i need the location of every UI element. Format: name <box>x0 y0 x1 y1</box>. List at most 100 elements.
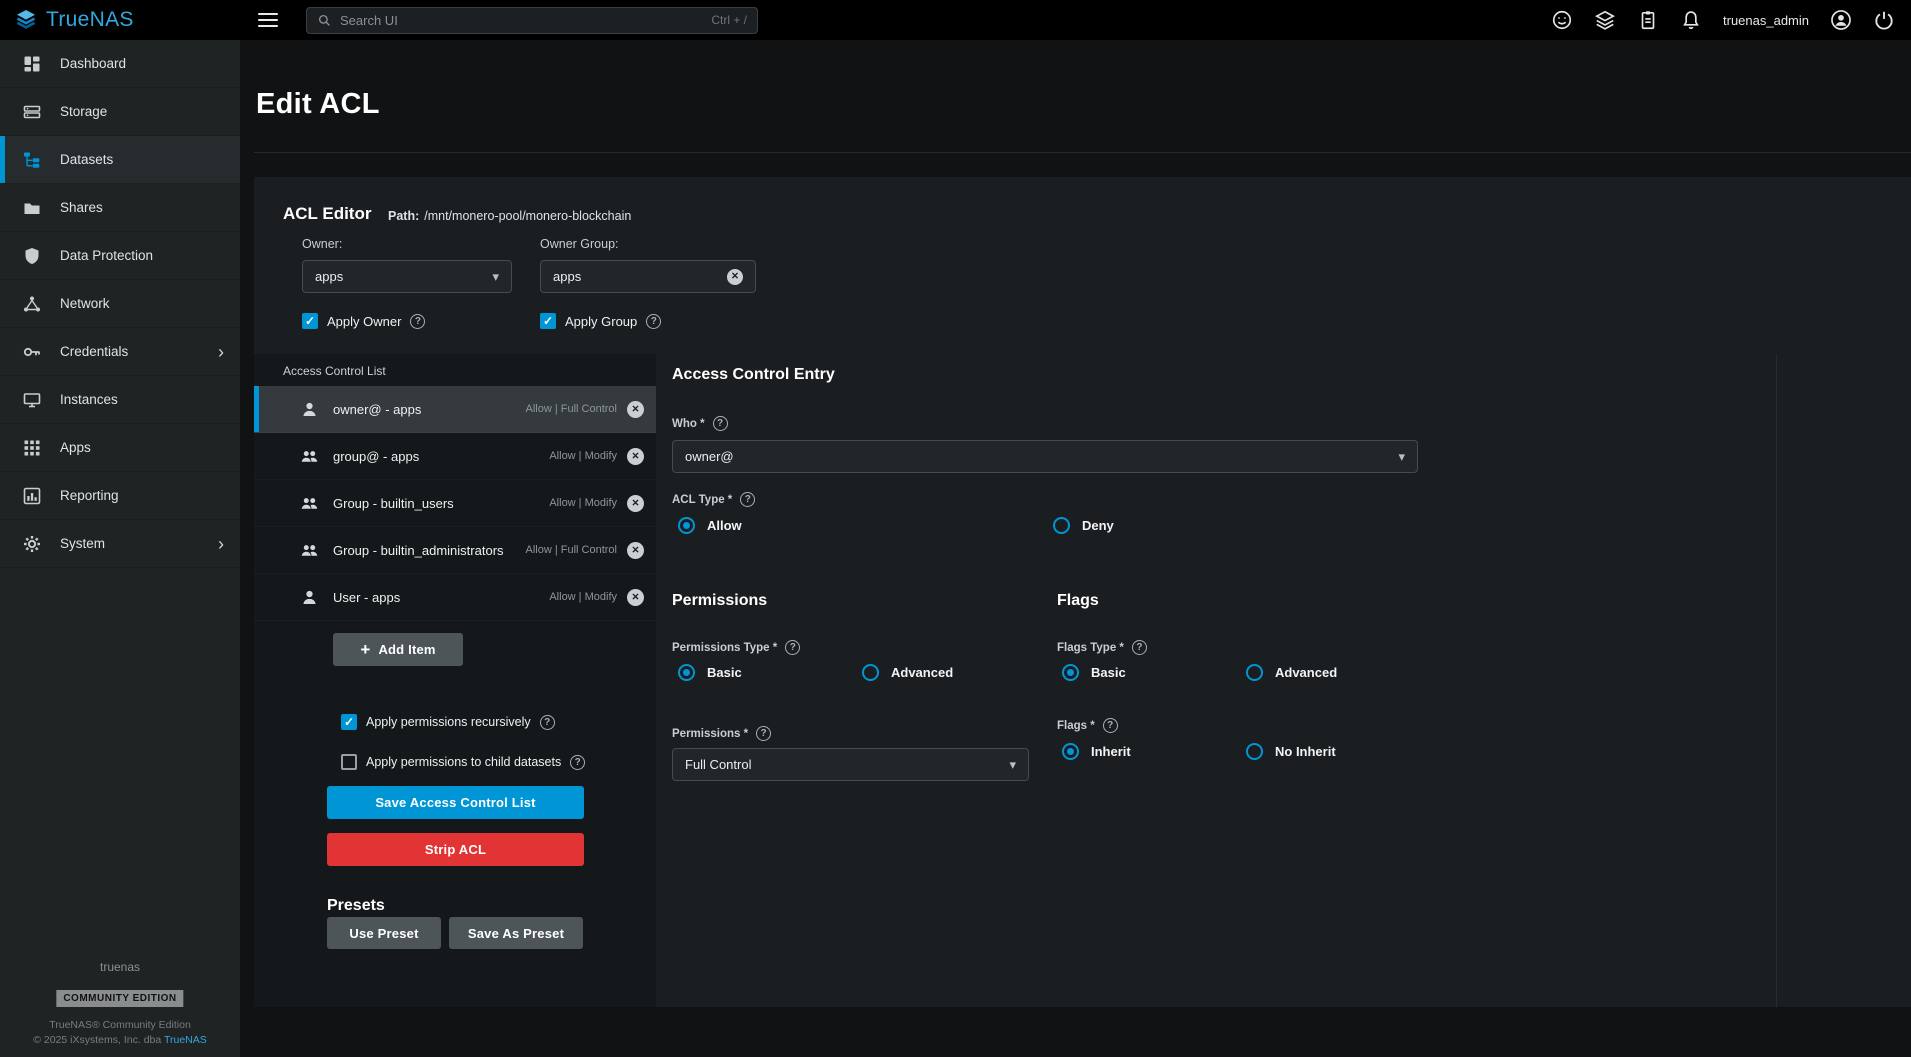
gear-icon <box>22 534 42 554</box>
radio-label: Basic <box>1091 665 1126 680</box>
acl-entry-row[interactable]: owner@ - apps Allow | Full Control <box>254 386 656 433</box>
feedback-icon[interactable] <box>1551 9 1573 31</box>
key-icon <box>22 342 42 362</box>
sidebar-item-apps[interactable]: Apps <box>0 424 240 472</box>
strip-acl-button[interactable]: Strip ACL <box>327 833 584 866</box>
group-icon <box>300 494 319 513</box>
clear-icon[interactable] <box>727 269 743 285</box>
access-control-entry-section: Access Control Entry Who * owner@ ACL Ty… <box>672 354 1776 1007</box>
shield-icon <box>22 246 42 266</box>
acl-type-allow-radio[interactable]: Allow <box>678 517 742 534</box>
storage-icon <box>22 102 42 122</box>
flags-inherit-radio[interactable]: Inherit <box>1062 743 1131 760</box>
acl-entry-row[interactable]: User - apps Allow | Modify <box>254 574 656 621</box>
permissions-type-basic-radio[interactable]: Basic <box>678 664 742 681</box>
updates-layers-icon[interactable] <box>1594 9 1616 31</box>
help-icon[interactable] <box>570 755 585 770</box>
sidebar-item-label: Shares <box>60 200 103 215</box>
chart-icon <box>22 486 42 506</box>
checkbox-checked-icon <box>540 313 556 329</box>
sidebar-item-dashboard[interactable]: Dashboard <box>0 40 240 88</box>
chevron-right-icon <box>218 535 224 553</box>
apply-group-checkbox[interactable]: Apply Group <box>540 313 661 329</box>
permissions-select[interactable]: Full Control <box>672 748 1029 781</box>
radio-unselected-icon <box>1246 743 1263 760</box>
permissions-value: Full Control <box>685 757 751 772</box>
sidebar-item-network[interactable]: Network <box>0 280 240 328</box>
flags-label-row: Flags * <box>1057 718 1118 733</box>
sidebar-item-label: Reporting <box>60 488 119 503</box>
owner-group-label: Owner Group: <box>540 237 619 251</box>
remove-entry-icon[interactable] <box>627 542 644 559</box>
menu-toggle-icon[interactable] <box>258 13 278 27</box>
help-icon[interactable] <box>740 492 755 507</box>
truenas-logo[interactable]: TrueNAS <box>0 8 240 32</box>
permissions-type-label: Permissions Type * <box>672 642 777 654</box>
jobs-clipboard-icon[interactable] <box>1637 9 1659 31</box>
footer-edition-line: TrueNAS® Community Edition <box>0 1019 240 1031</box>
sidebar-item-data-protection[interactable]: Data Protection <box>0 232 240 280</box>
sidebar-item-reporting[interactable]: Reporting <box>0 472 240 520</box>
flags-type-basic-radio[interactable]: Basic <box>1062 664 1126 681</box>
radio-label: Deny <box>1082 518 1114 533</box>
group-icon <box>300 447 319 466</box>
acl-type-deny-radio[interactable]: Deny <box>1053 517 1114 534</box>
sidebar-item-label: Network <box>60 296 110 311</box>
acl-entry-meta: Allow | Full Control <box>526 403 618 415</box>
apply-owner-checkbox[interactable]: Apply Owner <box>302 313 425 329</box>
owner-group-input[interactable]: apps <box>540 260 756 293</box>
flags-type-advanced-radio[interactable]: Advanced <box>1246 664 1337 681</box>
radio-selected-icon <box>1062 743 1079 760</box>
help-icon[interactable] <box>756 726 771 741</box>
sidebar-item-credentials[interactable]: Credentials <box>0 328 240 376</box>
add-item-button[interactable]: Add Item <box>333 633 463 666</box>
acl-entry-label: User - apps <box>333 590 400 605</box>
footer-copyright-line: © 2025 iXsystems, Inc. dba TrueNAS <box>0 1034 240 1046</box>
apply-child-datasets-checkbox[interactable]: Apply permissions to child datasets <box>341 754 585 770</box>
logged-in-user[interactable]: truenas_admin <box>1723 13 1809 28</box>
help-icon[interactable] <box>410 314 425 329</box>
sidebar-item-system[interactable]: System <box>0 520 240 568</box>
global-search[interactable]: Ctrl + / <box>306 7 758 34</box>
help-icon[interactable] <box>540 715 555 730</box>
owner-group-value: apps <box>553 269 581 284</box>
search-input[interactable] <box>340 13 703 28</box>
save-acl-label: Save Access Control List <box>375 795 535 810</box>
permissions-type-advanced-radio[interactable]: Advanced <box>862 664 953 681</box>
remove-entry-icon[interactable] <box>627 495 644 512</box>
owner-select[interactable]: apps <box>302 260 512 293</box>
access-control-list-panel: Access Control List owner@ - apps Allow … <box>254 354 656 1007</box>
alerts-bell-icon[interactable] <box>1680 9 1702 31</box>
chevron-down-icon <box>1398 449 1405 465</box>
acl-entry-row[interactable]: group@ - apps Allow | Modify <box>254 433 656 480</box>
sidebar-item-instances[interactable]: Instances <box>0 376 240 424</box>
remove-entry-icon[interactable] <box>627 401 644 418</box>
help-icon[interactable] <box>1132 640 1147 655</box>
help-icon[interactable] <box>785 640 800 655</box>
save-acl-button[interactable]: Save Access Control List <box>327 786 584 819</box>
apply-recursively-label: Apply permissions recursively <box>366 715 531 729</box>
flags-label: Flags * <box>1057 720 1095 732</box>
remove-entry-icon[interactable] <box>627 448 644 465</box>
who-select[interactable]: owner@ <box>672 440 1418 473</box>
help-icon[interactable] <box>713 416 728 431</box>
help-icon[interactable] <box>646 314 661 329</box>
flags-no-inherit-radio[interactable]: No Inherit <box>1246 743 1336 760</box>
truenas-link[interactable]: TrueNAS <box>164 1034 207 1046</box>
acl-entry-row[interactable]: Group - builtin_users Allow | Modify <box>254 480 656 527</box>
sidebar-item-shares[interactable]: Shares <box>0 184 240 232</box>
use-preset-button[interactable]: Use Preset <box>327 917 441 949</box>
power-icon[interactable] <box>1873 9 1895 31</box>
remove-entry-icon[interactable] <box>627 589 644 606</box>
acl-entry-label: group@ - apps <box>333 449 419 464</box>
acl-entry-row[interactable]: Group - builtin_administrators Allow | F… <box>254 527 656 574</box>
help-icon[interactable] <box>1103 718 1118 733</box>
apply-recursively-checkbox[interactable]: Apply permissions recursively <box>341 714 555 730</box>
user-avatar-icon[interactable] <box>1830 9 1852 31</box>
sidebar-item-datasets[interactable]: Datasets <box>0 136 240 184</box>
sidebar-item-storage[interactable]: Storage <box>0 88 240 136</box>
sidebar-item-label: Credentials <box>60 344 128 359</box>
sidebar-item-label: Storage <box>60 104 107 119</box>
presets-heading: Presets <box>327 897 385 915</box>
save-as-preset-button[interactable]: Save As Preset <box>449 917 583 949</box>
